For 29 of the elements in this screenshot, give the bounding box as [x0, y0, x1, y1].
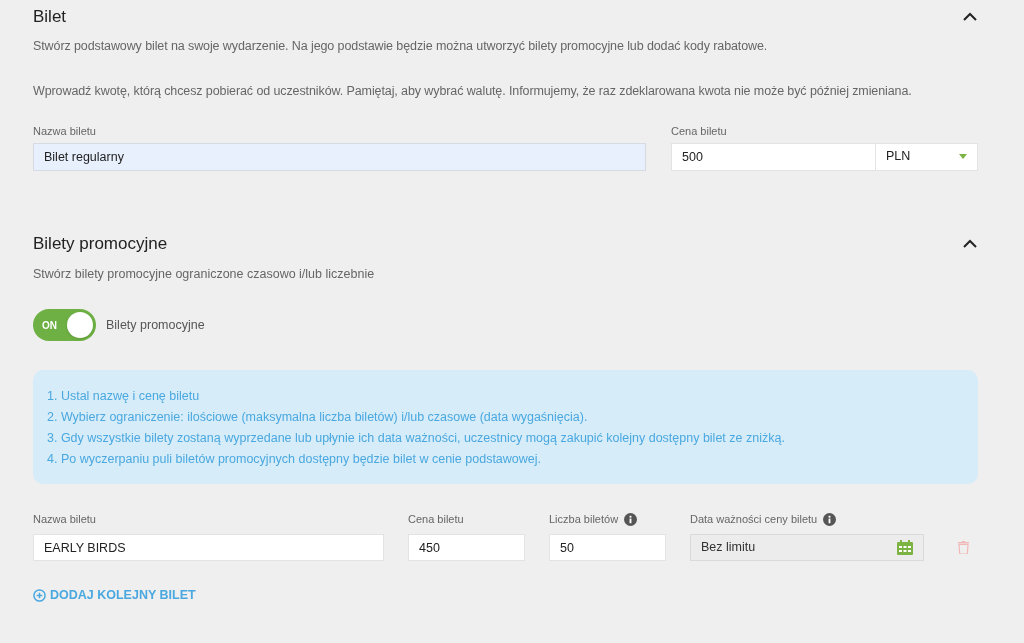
column-label: Liczba biletów — [549, 512, 619, 527]
section-description: Wprowadź kwotę, którą chcesz pobierać od uczestników. Pamiętaj, aby wybrać walutę. Informujemy, że raz zdeklarowana kwota nie może być później zmieniana. — [33, 82, 913, 100]
toggle-label: Bilety promocyjne — [106, 316, 205, 334]
column-label: Cena biletu — [408, 512, 464, 527]
currency-dropdown[interactable]: PLN — [876, 142, 978, 171]
info-step: 4. Po wyczerpaniu puli biletów promocyjnych dostępny będzie bilet w cenie podstawowej. — [47, 449, 964, 471]
info-icon[interactable] — [823, 512, 837, 526]
info-step: 1. Ustal nazwę i cenę biletu — [47, 386, 964, 408]
column-label: Nazwa biletu — [33, 512, 96, 527]
price-field[interactable]: 500 — [671, 142, 876, 171]
info-step: 2. Wybierz ograniczenie: ilościowe (maksymalna liczba biletów) i/lub czasowe (data wygaśnięcia). — [47, 407, 964, 429]
field-label: Cena biletu — [671, 123, 728, 137]
field-label: Nazwa biletu — [33, 123, 97, 137]
collapse-chevron-icon[interactable] — [962, 238, 978, 249]
section-title: Bilet — [33, 6, 67, 29]
price-field[interactable]: 450 — [408, 534, 525, 562]
ticket-name-field[interactable]: EARLY BIRDS — [33, 534, 384, 562]
count-field[interactable]: 50 — [549, 534, 666, 562]
date-field[interactable]: Bez limitu — [690, 534, 924, 562]
collapse-chevron-icon[interactable] — [962, 12, 978, 22]
ticket-name-field[interactable]: Bilet regularny — [33, 142, 646, 171]
section-description: Stwórz podstawowy bilet na swoje wydarzenie. Na jego podstawie będzie można utworzyć bilety promocyjne lub dodać kody rabatowe. — [33, 38, 769, 55]
dropdown-caret-icon — [959, 154, 967, 159]
section-title: Bilety promocyjne — [33, 232, 168, 255]
add-circle-icon — [33, 589, 46, 603]
info-icon[interactable] — [624, 512, 638, 526]
info-step: 3. Gdy wszystkie bilety zostaną wyprzedane lub upłynie ich data ważności, uczestnicy mogą zakupić kolejny dostępny bilet ze zniżką. — [47, 428, 964, 450]
column-label: Data ważności ceny biletu — [690, 512, 818, 527]
section-description: Stwórz bilety promocyjne ograniczone czasowo i/lub liczebnie — [33, 265, 376, 283]
